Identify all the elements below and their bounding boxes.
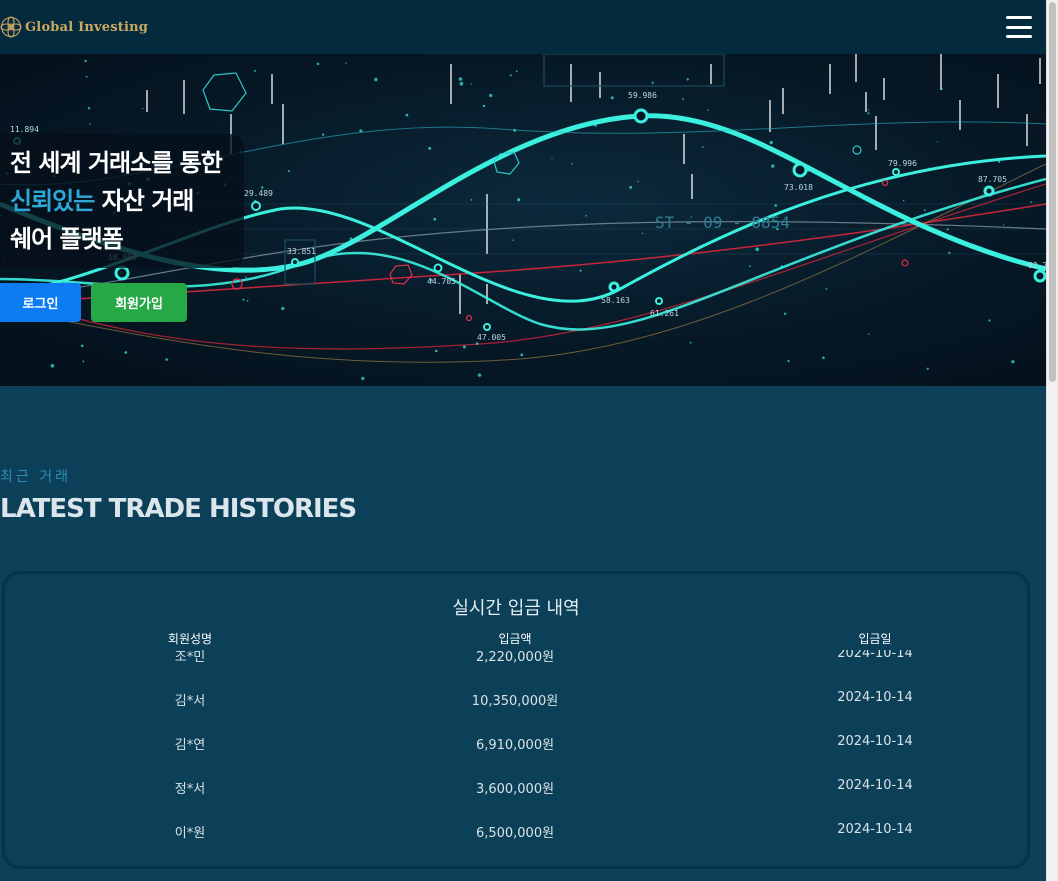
table-row: 김*연 6,910,000원 2024-10-14 — [5, 720, 1027, 764]
hero-buttons: 로그인 회원가입 — [0, 283, 187, 322]
row-amount: 3,600,000원 — [475, 782, 555, 797]
brand-name: Global Investing — [25, 19, 149, 35]
page: Global Investing 59.986 73.018 79.996 87… — [0, 0, 1046, 881]
hero-headline-accent: 신뢰있는 — [10, 187, 95, 215]
table-row: 김*서 10,350,000원 2024-10-14 — [5, 676, 1027, 720]
hero-bg-label: 61.261 — [650, 309, 679, 318]
row-amount: 10,350,000원 — [471, 694, 559, 709]
hero-headline-line3: 쉐어 플랫폼 — [10, 225, 124, 253]
hero-bg-label: 79.996 — [888, 159, 917, 168]
section-title: LATEST TRADE HISTORIES — [0, 494, 357, 524]
row-name: 이*원 — [174, 826, 206, 841]
hero-bg-label: 92.7 — [1028, 261, 1046, 270]
column-header-amount: 입금액 — [498, 632, 532, 646]
row-date: 2024-10-14 — [837, 734, 913, 749]
table-row: 정*서 3,600,000원 2024-10-14 — [5, 764, 1027, 808]
hero-bg-label: 73.018 — [784, 183, 813, 192]
row-amount: 2,220,000원 — [475, 650, 555, 665]
hero-banner: 59.986 73.018 79.996 87.705 92.7 29.489 11.894… — [0, 54, 1046, 386]
card-title: 실시간 입금 내역 — [452, 598, 580, 619]
row-name: 정*서 — [174, 782, 206, 797]
hero-headline-line1: 전 세계 거래소를 통한 — [10, 149, 223, 177]
login-button[interactable]: 로그인 — [0, 283, 81, 322]
brand-logo[interactable]: Global Investing — [0, 16, 148, 38]
column-header-date: 입금일 — [858, 632, 892, 646]
table-row: 이*원 6,500,000원 2024-10-14 — [5, 808, 1027, 852]
hero-bg-label: 44.705 — [427, 277, 456, 286]
signup-button[interactable]: 회원가입 — [91, 283, 187, 322]
hero-bg-label: 33.851 — [287, 247, 316, 256]
hero-bg-label: 58.163 — [601, 296, 630, 305]
row-date: 2024-10-14 — [837, 822, 913, 837]
row-name: 김*연 — [174, 738, 206, 753]
hero-headline-line2-rest: 자산 거래 — [94, 187, 195, 215]
hamburger-menu-icon[interactable] — [1006, 16, 1032, 38]
hero-bg-label: 87.705 — [978, 175, 1007, 184]
lotus-logo-icon — [0, 16, 22, 38]
deposit-rows: 조*민 2,220,000원 2024-10-14 김*서 10,350,000… — [5, 650, 1027, 860]
menu-bar — [1006, 16, 1032, 19]
top-header: Global Investing — [0, 0, 1046, 54]
row-date: 2024-10-14 — [837, 650, 913, 661]
hero-headline-box: 전 세계 거래소를 통한 신뢰있는 자산 거래 쉐어 플랫폼 — [0, 134, 244, 268]
table-row: 조*민 2,220,000원 2024-10-14 — [5, 650, 1027, 676]
scrollbar-thumb[interactable] — [1049, 2, 1056, 382]
row-date: 2024-10-14 — [837, 778, 913, 793]
hero-bg-label: 59.986 — [628, 91, 657, 100]
column-header-name: 회원성명 — [167, 632, 213, 646]
hero-bg-label: 11.894 — [10, 125, 39, 134]
hero-bg-label: 47.005 — [477, 333, 506, 342]
deposit-history-card: 실시간 입금 내역 회원성명 입금액 입금일 조*민 2,220,000원 20… — [2, 571, 1030, 869]
hero-bg-label: 29.489 — [244, 189, 273, 198]
row-amount: 6,910,000원 — [475, 738, 555, 753]
section-eyebrow: 최근 거래 — [0, 469, 71, 485]
row-name: 조*민 — [174, 650, 206, 665]
row-amount: 6,500,000원 — [475, 826, 555, 841]
vertical-scrollbar[interactable] — [1046, 0, 1058, 881]
menu-bar — [1006, 35, 1032, 38]
row-name: 김*서 — [174, 694, 206, 709]
hero-bg-label: ST - 09 - 8854 — [655, 213, 790, 232]
hero-headline-line2: 신뢰있는 자산 거래 — [10, 182, 236, 220]
menu-bar — [1006, 25, 1032, 29]
row-date: 2024-10-14 — [837, 690, 913, 705]
